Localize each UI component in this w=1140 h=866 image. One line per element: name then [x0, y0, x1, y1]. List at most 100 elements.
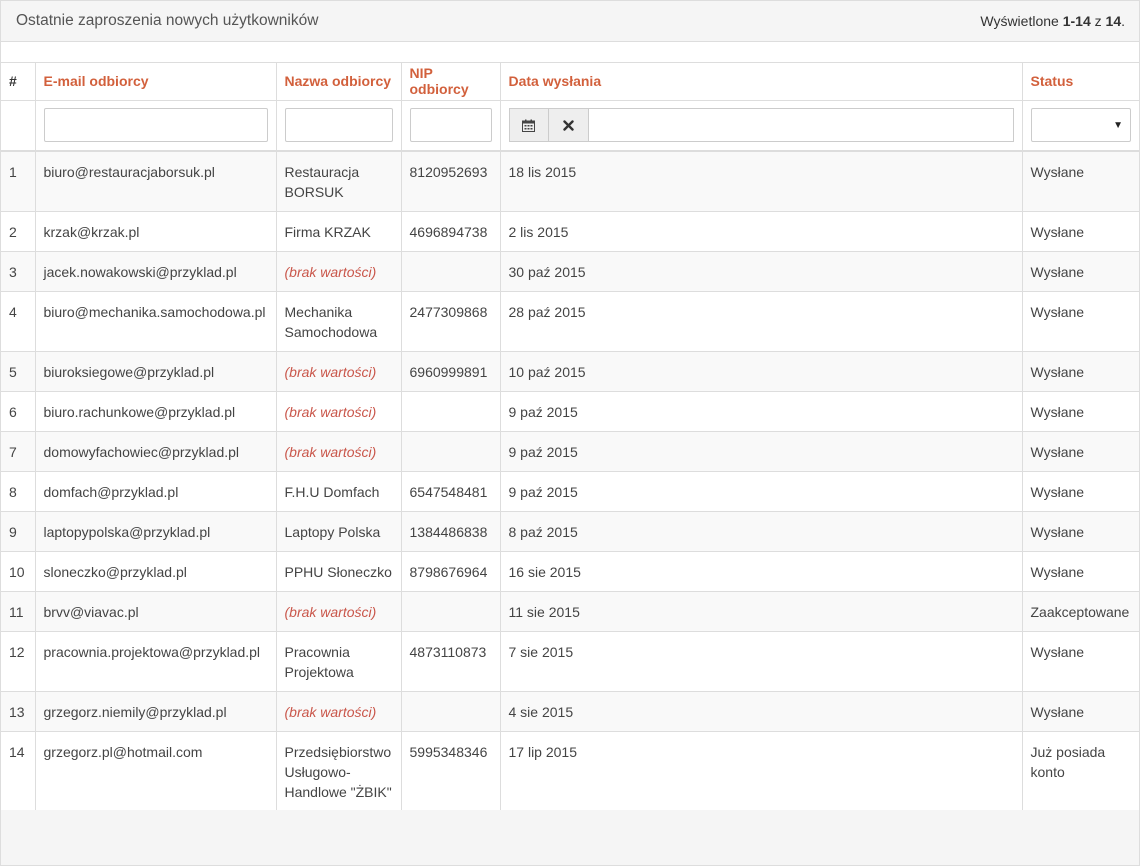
date-filter-input[interactable] — [588, 108, 1014, 143]
invitations-panel: Ostatnie zaproszenia nowych użytkowników… — [0, 0, 1140, 866]
row-status: Wysłane — [1022, 551, 1139, 592]
row-name: Restauracja BORSUK — [276, 151, 402, 212]
row-status: Wysłane — [1022, 691, 1139, 732]
filter-cell-name — [276, 100, 402, 152]
filter-cell-status: ▼ — [1022, 100, 1139, 152]
table-row: 13 grzegorz.niemily@przyklad.pl (brak wart… — [1, 691, 1139, 732]
row-number: 6 — [1, 391, 36, 432]
status-filter-select[interactable]: ▼ — [1030, 108, 1131, 143]
row-nip: 4873110873 — [401, 631, 501, 692]
row-nip: 6960999891 — [401, 351, 501, 392]
date-filter-group — [508, 108, 1014, 143]
row-status: Wysłane — [1022, 631, 1139, 692]
close-icon — [562, 120, 574, 131]
column-header-status[interactable]: Status — [1022, 63, 1139, 101]
row-nip: 2477309868 — [401, 291, 501, 352]
row-number: 1 — [1, 151, 36, 212]
table-row: 9 laptopypolska@przyklad.pl Laptopy Polska… — [1, 511, 1139, 552]
column-header-email[interactable]: E-mail odbiorcy — [35, 63, 277, 101]
table-body: 1 biuro@restauracjaborsuk.pl Restauracja B… — [1, 151, 1139, 812]
row-number: 8 — [1, 471, 36, 512]
row-nip — [401, 431, 501, 472]
row-email: biuro@mechanika.samochodowa.pl — [35, 291, 277, 352]
row-nip — [401, 691, 501, 732]
row-status: Zaakceptowane — [1022, 591, 1139, 632]
calendar-button[interactable] — [508, 108, 549, 143]
row-number: 9 — [1, 511, 36, 552]
row-name: F.H.U Domfach — [276, 471, 402, 512]
row-email: pracownia.projektowa@przyklad.pl — [35, 631, 277, 692]
filter-row: ▼ — [1, 100, 1139, 152]
row-nip: 6547548481 — [401, 471, 501, 512]
table-row: 14 grzegorz.pl@hotmail.com Przedsiębiorstw… — [1, 731, 1139, 812]
row-name: Mechanika Samochodowa — [276, 291, 402, 352]
row-name: Firma KRZAK — [276, 211, 402, 252]
table-row: 4 biuro@mechanika.samochodowa.pl Mechanika… — [1, 291, 1139, 352]
nip-filter-input[interactable] — [409, 108, 492, 143]
row-name: (brak wartości) — [276, 591, 402, 632]
name-filter-input[interactable] — [284, 108, 393, 143]
row-number: 13 — [1, 691, 36, 732]
row-number: 3 — [1, 251, 36, 292]
row-date: 2 lis 2015 — [500, 211, 1023, 252]
row-name: (brak wartości) — [276, 251, 402, 292]
row-status: Wysłane — [1022, 351, 1139, 392]
email-filter-input[interactable] — [43, 108, 268, 143]
row-email: sloneczko@przyklad.pl — [35, 551, 277, 592]
panel-title: Ostatnie zaproszenia nowych użytkowników — [16, 12, 319, 29]
row-date: 7 sie 2015 — [500, 631, 1023, 692]
row-email: domfach@przyklad.pl — [35, 471, 277, 512]
summary-prefix: Wyświetlone — [980, 13, 1063, 29]
row-email: jacek.nowakowski@przyklad.pl — [35, 251, 277, 292]
row-date: 11 sie 2015 — [500, 591, 1023, 632]
table-row: 10 sloneczko@przyklad.pl PPHU Słoneczko 879… — [1, 551, 1139, 592]
row-date: 17 lip 2015 — [500, 731, 1023, 812]
table-row: 1 biuro@restauracjaborsuk.pl Restauracja B… — [1, 151, 1139, 212]
table-row: 11 brvv@viavac.pl (brak wartości) 11 sie 20… — [1, 591, 1139, 632]
table-header-row: # E-mail odbiorcy Nazwa odbiorcy NIP odb… — [1, 63, 1139, 101]
row-email: brvv@viavac.pl — [35, 591, 277, 632]
column-header-nip[interactable]: NIP odbiorcy — [401, 63, 501, 101]
row-date: 16 sie 2015 — [500, 551, 1023, 592]
row-name: (brak wartości) — [276, 391, 402, 432]
row-email: grzegorz.niemily@przyklad.pl — [35, 691, 277, 732]
results-summary: Wyświetlone 1-14 z 14. — [980, 13, 1125, 29]
spacer-top — [1, 42, 1139, 63]
row-number: 5 — [1, 351, 36, 392]
table-row: 6 biuro.rachunkowe@przyklad.pl (brak warto… — [1, 391, 1139, 432]
filter-cell-nip — [401, 100, 501, 152]
row-status: Wysłane — [1022, 391, 1139, 432]
row-nip: 4696894738 — [401, 211, 501, 252]
column-header-date[interactable]: Data wysłania — [500, 63, 1023, 101]
row-status: Wysłane — [1022, 431, 1139, 472]
filter-cell-email — [35, 100, 277, 152]
row-date: 4 sie 2015 — [500, 691, 1023, 732]
row-number: 2 — [1, 211, 36, 252]
row-email: laptopypolska@przyklad.pl — [35, 511, 277, 552]
row-number: 11 — [1, 591, 36, 632]
row-email: domowyfachowiec@przyklad.pl — [35, 431, 277, 472]
row-status: Wysłane — [1022, 251, 1139, 292]
table-row: 7 domowyfachowiec@przyklad.pl (brak wartoś… — [1, 431, 1139, 472]
row-nip: 8798676964 — [401, 551, 501, 592]
calendar-icon — [522, 119, 535, 132]
row-status: Wysłane — [1022, 291, 1139, 352]
row-number: 4 — [1, 291, 36, 352]
row-date: 30 paź 2015 — [500, 251, 1023, 292]
summary-mid: z — [1090, 13, 1106, 29]
row-date: 10 paź 2015 — [500, 351, 1023, 392]
clear-date-button[interactable] — [548, 108, 589, 143]
row-name: (brak wartości) — [276, 691, 402, 732]
row-status: Już posiada konto — [1022, 731, 1139, 812]
row-number: 7 — [1, 431, 36, 472]
column-header-name[interactable]: Nazwa odbiorcy — [276, 63, 402, 101]
column-header-num: # — [1, 63, 36, 101]
row-date: 9 paź 2015 — [500, 431, 1023, 472]
row-email: grzegorz.pl@hotmail.com — [35, 731, 277, 812]
row-email: krzak@krzak.pl — [35, 211, 277, 252]
row-status: Wysłane — [1022, 211, 1139, 252]
row-nip: 8120952693 — [401, 151, 501, 212]
summary-total: 14 — [1105, 13, 1122, 29]
summary-range: 1-14 — [1062, 13, 1091, 29]
row-status: Wysłane — [1022, 471, 1139, 512]
